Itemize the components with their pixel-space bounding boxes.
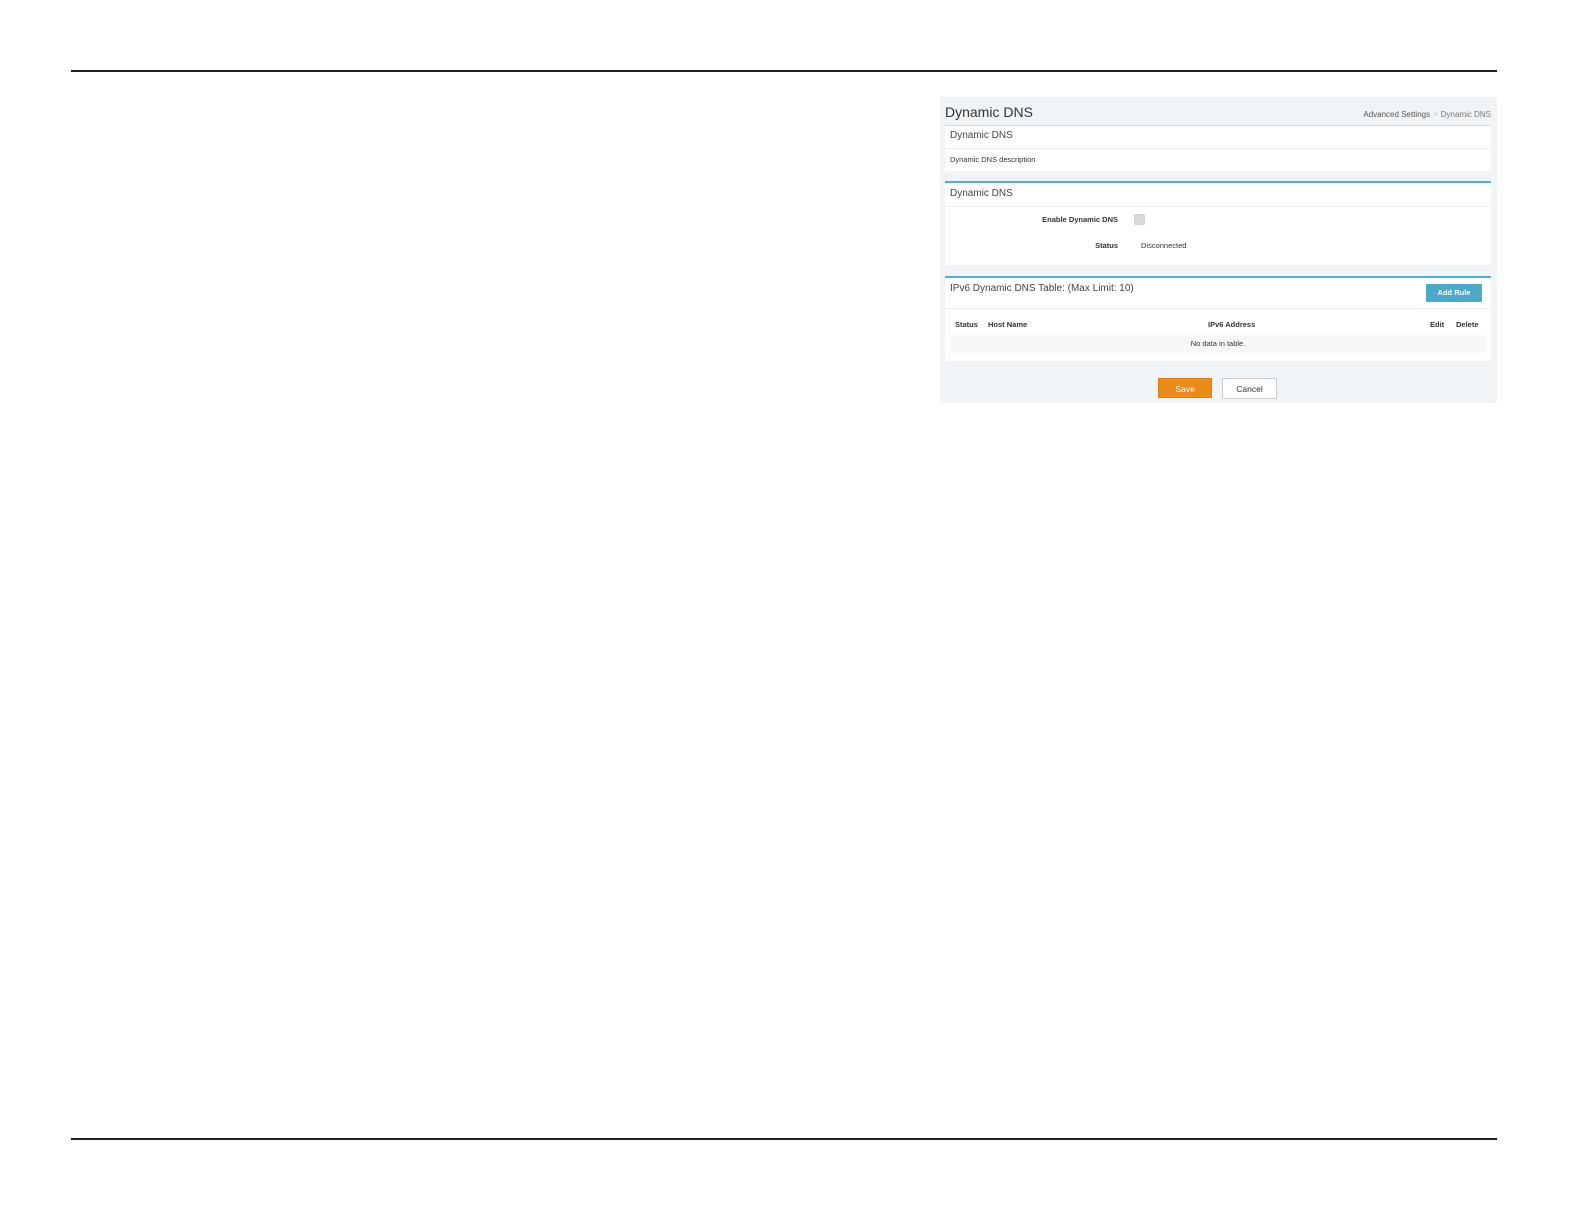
- settings-divider: [945, 206, 1491, 207]
- breadcrumb-current: Dynamic DNS: [1440, 110, 1491, 119]
- page-title: Dynamic DNS: [945, 104, 1033, 120]
- top-rule: [71, 70, 1497, 72]
- empty-table-row: No data in table.: [950, 335, 1486, 353]
- settings-card-title: Dynamic DNS: [950, 188, 1013, 199]
- enable-dynamic-dns-checkbox[interactable]: [1134, 214, 1145, 225]
- cancel-button[interactable]: Cancel: [1222, 378, 1277, 399]
- enable-dynamic-dns-label: Enable Dynamic DNS: [1042, 215, 1118, 224]
- intro-card: Dynamic DNS Dynamic DNS description: [945, 126, 1491, 171]
- status-value: Disconnected: [1141, 241, 1187, 250]
- settings-card: Dynamic DNS Enable Dynamic DNS Status Di…: [945, 181, 1491, 265]
- document-page: Dynamic DNS Advanced Settings > Dynamic DN…: [0, 0, 1584, 1224]
- status-label: Status: [1095, 241, 1118, 250]
- intro-card-description: Dynamic DNS description: [950, 155, 1036, 164]
- ipv6-table-title: IPv6 Dynamic DNS Table: (Max Limit: 10): [950, 283, 1134, 294]
- ipv6-table-card: IPv6 Dynamic DNS Table: (Max Limit: 10) …: [945, 276, 1491, 361]
- column-header-host-name: Host Name: [988, 320, 1028, 329]
- intro-card-title: Dynamic DNS: [950, 130, 1013, 141]
- dynamic-dns-screenshot: Dynamic DNS Advanced Settings > Dynamic DN…: [940, 97, 1497, 403]
- page-header: Dynamic DNS Advanced Settings > Dynamic DN…: [945, 101, 1491, 127]
- breadcrumb: Advanced Settings > Dynamic DNS: [1363, 110, 1491, 119]
- column-header-ipv6-address: IPv6 Address: [1208, 320, 1256, 329]
- column-header-status: Status: [955, 320, 978, 329]
- bottom-rule: [71, 1138, 1497, 1140]
- ipv6-table-divider: [945, 308, 1491, 309]
- breadcrumb-separator: >: [1433, 110, 1438, 119]
- intro-divider: [945, 148, 1491, 149]
- column-header-delete: Delete: [1456, 320, 1479, 329]
- column-header-edit: Edit: [1430, 320, 1445, 329]
- breadcrumb-parent[interactable]: Advanced Settings: [1363, 110, 1430, 119]
- save-button[interactable]: Save: [1158, 378, 1212, 398]
- add-rule-button[interactable]: Add Rule: [1426, 284, 1482, 302]
